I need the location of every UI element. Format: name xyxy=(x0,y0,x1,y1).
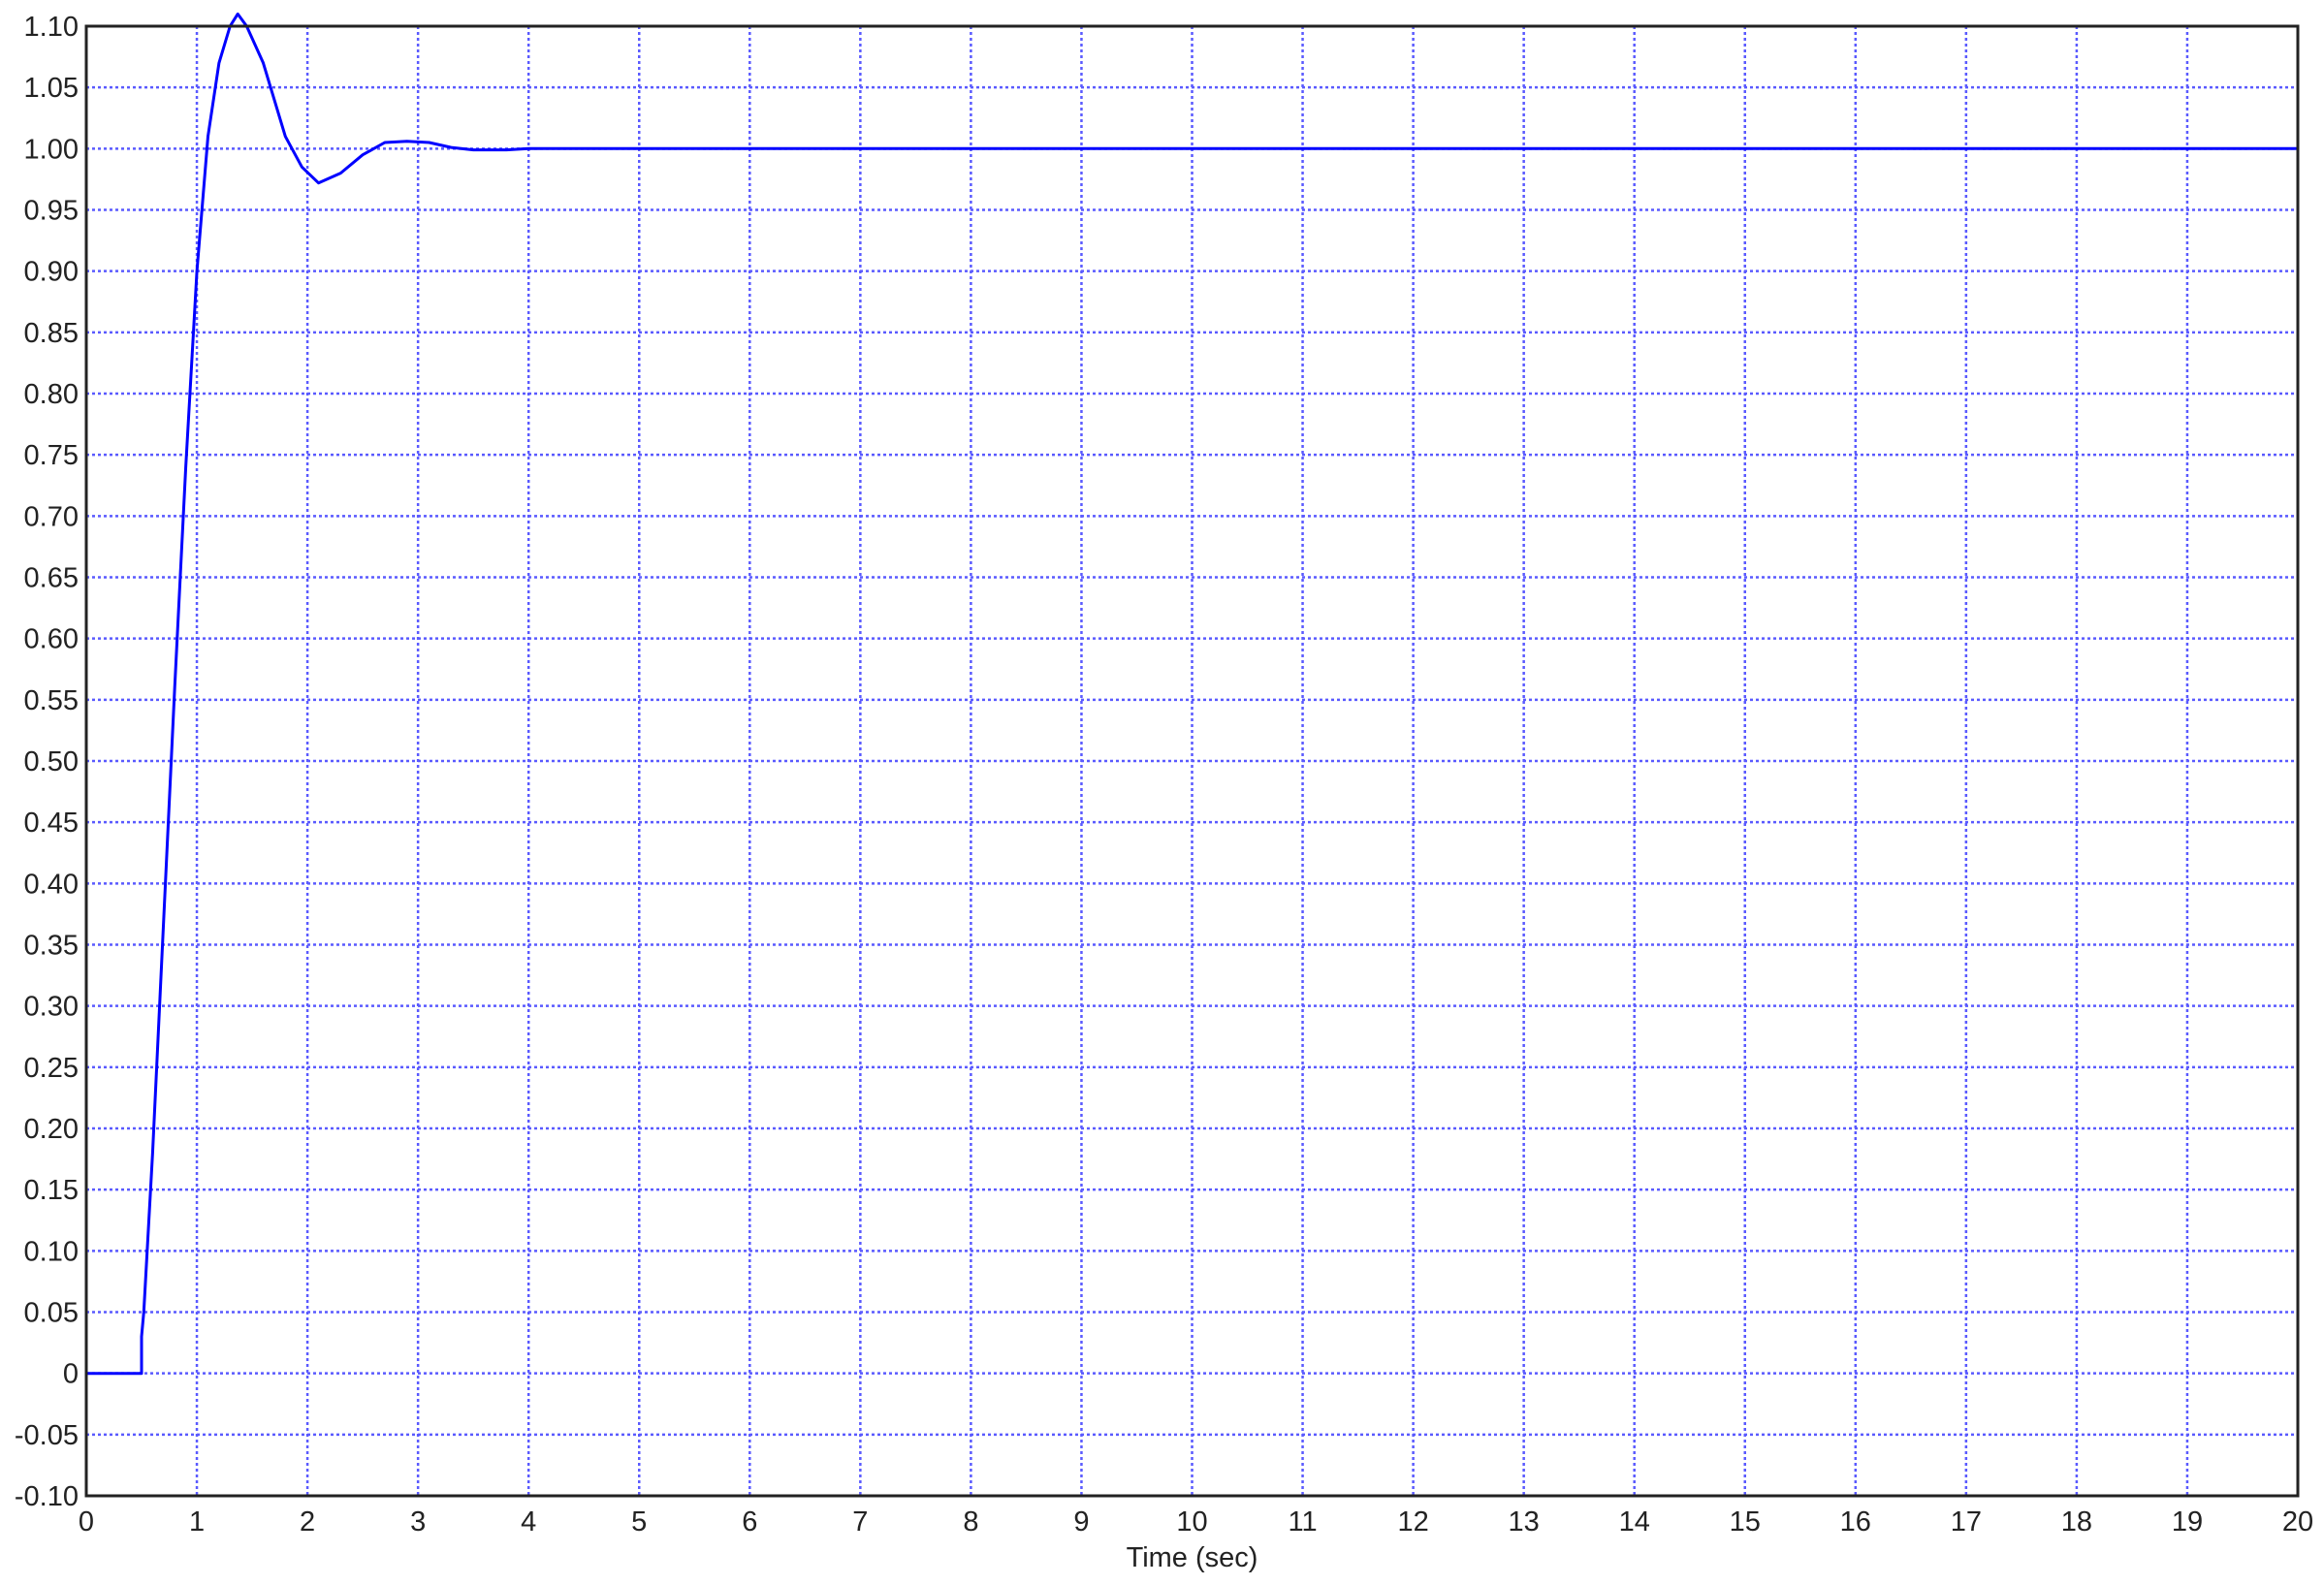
y-tick-label: 0.90 xyxy=(24,257,79,288)
y-tick-label: 0.45 xyxy=(24,808,79,839)
y-tick-label: 0.05 xyxy=(24,1298,79,1329)
x-tick-label: 3 xyxy=(410,1506,426,1537)
y-tick-label: 0.30 xyxy=(24,992,79,1023)
step-response-chart: 0 1 2 3 4 5 6 7 8 9 10 11 12 13 14 15 16 17 18 19 20 1.101.0… xyxy=(15,12,2313,1573)
y-tick-label: 0 xyxy=(63,1359,79,1390)
y-tick-label: 0.25 xyxy=(24,1053,79,1084)
y-tick-label: 0.40 xyxy=(24,869,79,900)
y-tick-label: 0.10 xyxy=(24,1236,79,1267)
y-tick-label: 0.50 xyxy=(24,746,79,777)
series-layer xyxy=(86,12,2298,1376)
x-tick-label: 16 xyxy=(1840,1506,1871,1537)
x-tick-label: 6 xyxy=(742,1506,757,1537)
x-tick-label: 17 xyxy=(1951,1506,1982,1537)
y-tick-label: 1.05 xyxy=(24,73,79,104)
x-tick-label: 15 xyxy=(1730,1506,1761,1537)
y-tick-label: 0.65 xyxy=(24,563,79,594)
y-tick-label: 0.75 xyxy=(24,440,79,471)
x-tick-label: 1 xyxy=(189,1506,205,1537)
x-tick-label: 7 xyxy=(852,1506,868,1537)
x-tick-label: 9 xyxy=(1073,1506,1089,1537)
x-tick-label: 14 xyxy=(1619,1506,1650,1537)
x-tick-label: 11 xyxy=(1288,1506,1317,1537)
x-tick-label: 4 xyxy=(521,1506,536,1537)
x-tick-labels: 0 1 2 3 4 5 6 7 8 9 10 11 12 13 14 15 16 17 18 19 20 xyxy=(79,1506,2313,1537)
x-tick-label: 18 xyxy=(2061,1506,2092,1537)
series-line-step-response xyxy=(86,12,2298,1376)
grid xyxy=(86,26,2298,1496)
x-tick-label: 13 xyxy=(1509,1506,1540,1537)
y-tick-label: 0.55 xyxy=(24,685,79,716)
x-tick-label: 20 xyxy=(2282,1506,2313,1537)
x-tick-label: 5 xyxy=(631,1506,647,1537)
y-tick-label: 0.20 xyxy=(24,1114,79,1145)
x-tick-label: 12 xyxy=(1397,1506,1428,1537)
y-tick-label: 0.85 xyxy=(24,318,79,349)
y-tick-label: 0.35 xyxy=(24,931,79,962)
x-tick-label: 10 xyxy=(1176,1506,1207,1537)
y-tick-label: -0.05 xyxy=(15,1420,79,1451)
y-tick-labels: 1.10 1.05 1.00 0.95 0.90 0.85 0.80 0.75 0.70 0.65… xyxy=(15,12,79,1512)
y-tick-label: -0.10 xyxy=(15,1481,79,1512)
x-tick-label: 19 xyxy=(2172,1506,2203,1537)
x-tick-label: 8 xyxy=(963,1506,978,1537)
y-tick-label: 0.95 xyxy=(24,196,79,227)
x-tick-label: 2 xyxy=(300,1506,315,1537)
y-tick-label: 0.80 xyxy=(24,379,79,410)
y-tick-label: 1.00 xyxy=(24,134,79,165)
y-tick-label: 0.70 xyxy=(24,501,79,532)
x-axis-label: Time (sec) xyxy=(1127,1542,1258,1573)
y-tick-label: 1.10 xyxy=(24,12,79,43)
y-tick-label: 0.60 xyxy=(24,624,79,655)
x-tick-label: 0 xyxy=(79,1506,94,1537)
y-tick-label: 0.15 xyxy=(24,1175,79,1206)
